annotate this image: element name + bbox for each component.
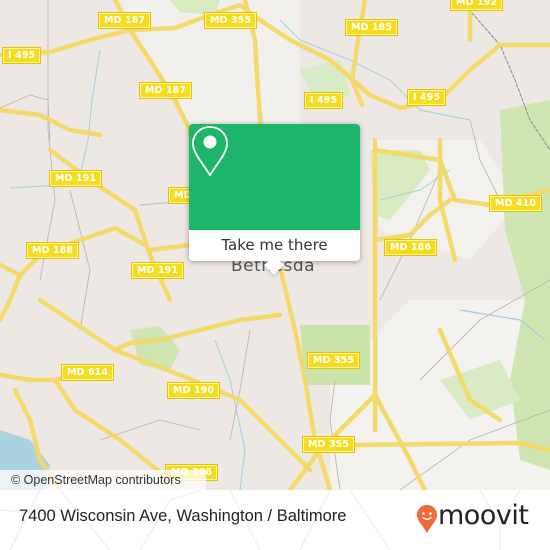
road-shield-i495: I 495 [406, 89, 447, 106]
take-me-there-button[interactable]: Take me there [189, 230, 360, 261]
road-shield-md192: MD 192 [449, 0, 504, 11]
map-pin-icon [192, 126, 228, 177]
moovit-wordmark: moovit [438, 500, 529, 531]
road-shield-md186: MD 186 [383, 239, 438, 256]
moovit-pin-icon [417, 505, 437, 533]
road-shield-md188: MD 188 [25, 242, 80, 259]
road-shield-md614: MD 614 [60, 364, 115, 381]
road-shield-md187: MD 187 [97, 12, 152, 29]
road-shield-md355: MD 355 [306, 352, 361, 369]
road-shield-md185: MD 185 [344, 19, 399, 36]
road-shield-md355: MD 355 [203, 12, 258, 29]
location-popup: Take me there [189, 124, 360, 275]
road-shield-md191: MD 191 [130, 262, 185, 279]
popup-header [189, 124, 360, 230]
road-shield-i495: I 495 [1, 47, 42, 64]
road-shield-md191: MD 191 [48, 170, 103, 187]
address-text: 7400 Wisconsin Ave, Washington / Baltimo… [19, 507, 347, 525]
road-shield-i495: I 495 [303, 92, 344, 109]
road-shield-md190: MD 190 [166, 382, 221, 399]
road-shield-md410: MD 410 [488, 195, 543, 212]
road-shield-md355: MD 355 [301, 436, 356, 453]
map-view[interactable]: Bethesda MD 187 MD 355 MD 185 MD 192 I 4… [0, 0, 550, 490]
road-shield-md187: MD 187 [138, 82, 193, 99]
map-attribution[interactable]: © OpenStreetMap contributors [0, 470, 206, 490]
footer: 7400 Wisconsin Ave, Washington / Baltimo… [0, 490, 550, 550]
